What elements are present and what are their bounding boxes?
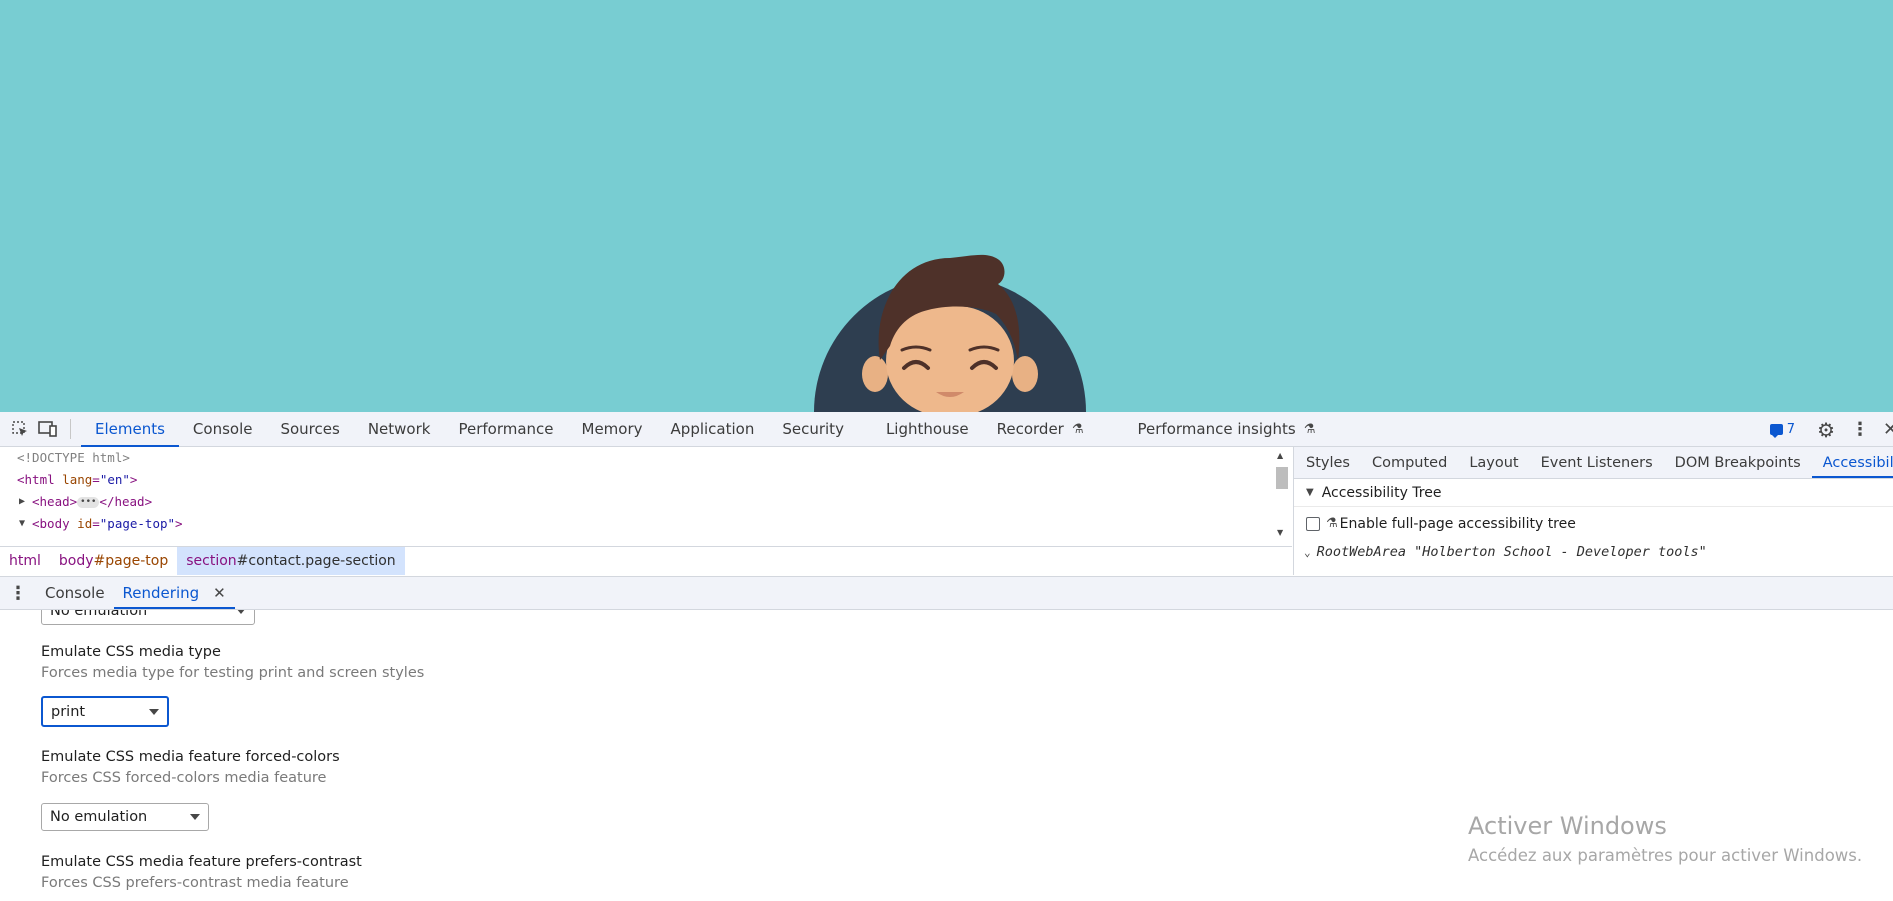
breadcrumb-item-body[interactable]: body #page-top: [50, 547, 177, 575]
elements-scrollbar-thumb[interactable]: [1276, 467, 1288, 489]
issues-counter[interactable]: 7: [1769, 422, 1796, 438]
experiment-flask-icon: ⚗: [1071, 421, 1084, 437]
close-tab-icon[interactable]: ✕: [213, 584, 226, 602]
drawer-tab-console[interactable]: Console: [36, 577, 114, 609]
scroll-up-arrow-icon[interactable]: ▲: [1277, 451, 1283, 460]
node-role: RootWebArea: [1316, 544, 1407, 560]
device-toolbar-icon[interactable]: [34, 415, 62, 443]
node-name: "Holberton School - Developer tools": [1414, 544, 1707, 560]
media-type-title: Emulate CSS media type: [41, 644, 221, 660]
collapse-triangle-icon: ▼: [1306, 487, 1314, 498]
page-viewport: [0, 0, 1893, 412]
drawer-more-icon[interactable]: ⋮: [0, 577, 36, 609]
tab-application[interactable]: Application: [657, 412, 769, 447]
devtools-toolbar: Elements Console Sources Network Perform…: [0, 412, 1893, 447]
tab-sources[interactable]: Sources: [266, 412, 353, 447]
chevron-down-icon[interactable]: ⌄: [1304, 546, 1311, 559]
experiment-flask-icon: ⚗: [1303, 421, 1316, 437]
tab-network[interactable]: Network: [354, 412, 445, 447]
forced-colors-description: Forces CSS forced-colors media feature: [41, 770, 327, 786]
dom-node-html[interactable]: <html lang="en">: [0, 469, 1292, 491]
inspect-element-icon[interactable]: [6, 415, 34, 443]
windows-activation-watermark-subtitle: Accédez aux paramètres pour activer Wind…: [1468, 846, 1863, 865]
tab-elements[interactable]: Elements: [81, 412, 179, 447]
scroll-down-arrow-icon[interactable]: ▼: [1277, 528, 1283, 537]
prefers-contrast-description: Forces CSS prefers-contrast media featur…: [41, 875, 349, 891]
dom-node-doctype[interactable]: <!DOCTYPE html>: [0, 447, 1292, 469]
dom-breadcrumb: html body #page-top section #contact.page-…: [0, 546, 1292, 575]
breadcrumb-item-html[interactable]: html: [0, 547, 50, 575]
collapsed-content-icon[interactable]: •••: [77, 497, 100, 508]
tab-memory[interactable]: Memory: [568, 412, 657, 447]
prefers-contrast-title: Emulate CSS media feature prefers-contra…: [41, 854, 362, 870]
accessibility-node-root[interactable]: ⌄ RootWebArea "Holberton School - Develo…: [1294, 540, 1893, 564]
breadcrumb-item-section[interactable]: section #contact.page-section: [177, 547, 405, 575]
avatar-illustration: [814, 254, 1086, 412]
media-type-select[interactable]: print: [41, 696, 169, 727]
drawer-tabbar: ⋮ Console Rendering ✕: [0, 576, 1893, 610]
dom-node-body[interactable]: ▼ <body id="page-top">: [0, 513, 1292, 535]
drawer-tab-rendering[interactable]: Rendering ✕: [113, 577, 235, 609]
tab-lighthouse[interactable]: Lighthouse: [872, 412, 983, 447]
tab-event-listeners[interactable]: Event Listeners: [1530, 447, 1664, 478]
checkbox-label: Enable full-page accessibility tree: [1339, 515, 1576, 532]
expand-triangle-icon[interactable]: ▶: [19, 491, 25, 513]
section-title: Accessibility Tree: [1321, 484, 1442, 501]
close-devtools-icon[interactable]: ✕: [1883, 419, 1893, 440]
chevron-down-icon: [190, 814, 200, 820]
chevron-down-icon: [236, 610, 246, 614]
message-icon: [1769, 424, 1783, 438]
elements-dom-tree: <!DOCTYPE html> <html lang="en"> ▶ <head>…: [0, 447, 1292, 544]
tab-styles[interactable]: Styles: [1294, 447, 1361, 478]
enable-full-page-tree-row[interactable]: ⚗ Enable full-page accessibility tree: [1294, 507, 1893, 540]
more-options-icon[interactable]: ⋮: [1851, 419, 1869, 440]
tab-performance[interactable]: Performance: [444, 412, 567, 447]
tab-recorder[interactable]: Recorder ⚗: [983, 412, 1098, 447]
experiment-flask-icon: ⚗: [1326, 516, 1338, 531]
windows-activation-watermark-title: Activer Windows: [1468, 812, 1667, 840]
enable-full-page-tree-checkbox[interactable]: [1306, 516, 1320, 531]
collapse-triangle-icon[interactable]: ▼: [19, 513, 25, 535]
previous-emulation-select[interactable]: No emulation: [41, 610, 255, 625]
dom-node-head[interactable]: ▶ <head> ••• </head>: [0, 491, 1292, 513]
tab-dom-breakpoints[interactable]: DOM Breakpoints: [1664, 447, 1812, 478]
toolbar-divider: [70, 419, 71, 439]
sidebar-tabs: Styles Computed Layout Event Listeners D…: [1294, 447, 1893, 479]
chevron-down-icon: [149, 709, 159, 715]
tab-security[interactable]: Security: [768, 412, 858, 447]
tab-layout[interactable]: Layout: [1458, 447, 1529, 478]
accessibility-tree-header[interactable]: ▼ Accessibility Tree: [1294, 479, 1893, 507]
tab-performance-insights[interactable]: Performance insights ⚗: [1124, 412, 1330, 447]
tab-computed[interactable]: Computed: [1361, 447, 1458, 478]
issues-count: 7: [1786, 422, 1796, 437]
tab-accessibility[interactable]: Accessibility: [1811, 447, 1893, 478]
tab-console[interactable]: Console: [179, 412, 267, 447]
elements-sidebar: Styles Computed Layout Event Listeners D…: [1293, 447, 1893, 575]
forced-colors-title: Emulate CSS media feature forced-colors: [41, 749, 340, 765]
settings-gear-icon[interactable]: ⚙: [1817, 418, 1835, 442]
toolbar-right-actions: 7 ⚙ ⋮ ✕: [1769, 412, 1893, 447]
forced-colors-select[interactable]: No emulation: [41, 803, 209, 831]
media-type-description: Forces media type for testing print and …: [41, 665, 425, 681]
